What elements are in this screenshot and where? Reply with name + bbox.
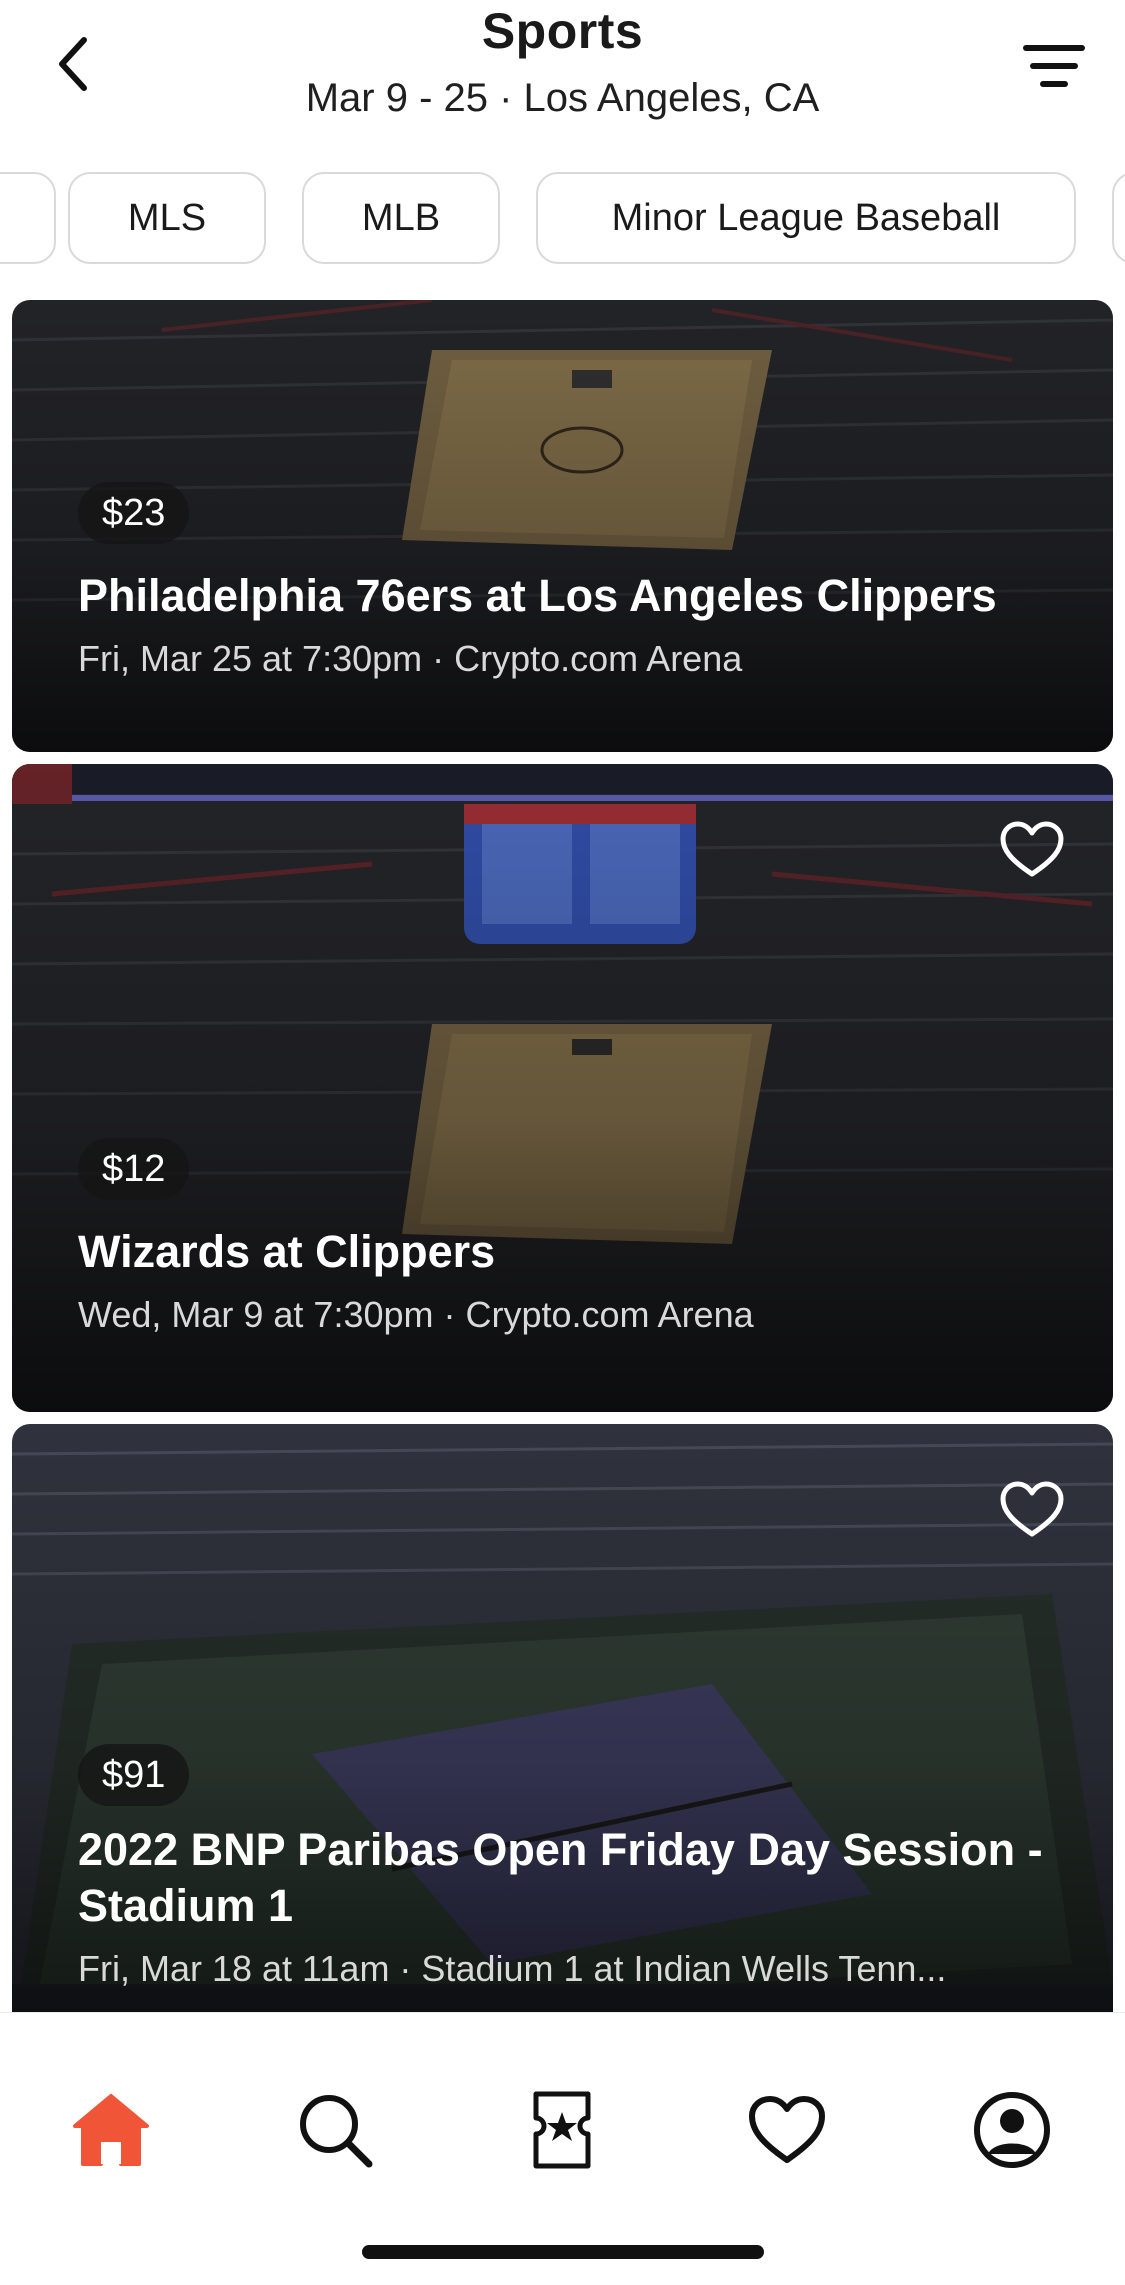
price-badge: $23	[78, 482, 190, 544]
tab-tickets[interactable]	[517, 2085, 607, 2175]
page-title: Sports	[481, 3, 644, 59]
top-header: Sports Mar 9 - 25 · Los Angeles, CA	[0, 0, 1125, 160]
filter-button[interactable]	[1019, 36, 1089, 96]
category-chips: MLS MLB Minor League Baseball	[0, 170, 1125, 270]
chip-mlb[interactable]: MLB	[302, 172, 500, 264]
tab-likes[interactable]	[742, 2085, 832, 2175]
chip-label: MLB	[361, 196, 441, 239]
page-subtitle: Mar 9 - 25 · Los Angeles, CA	[305, 76, 820, 120]
home-indicator	[362, 2245, 764, 2259]
event-card[interactable]: $91 2022 BNP Paribas Open Friday Day Ses…	[12, 1424, 1113, 2012]
chip-label: Minor League Baseball	[611, 196, 1001, 239]
price-badge: $12	[78, 1138, 190, 1200]
event-list: $23 Philadelphia 76ers at Los Angeles Cl…	[0, 300, 1125, 2012]
chip-minor-league-baseball[interactable]: Minor League Baseball	[536, 172, 1076, 264]
home-icon	[73, 2094, 149, 2166]
search-icon	[300, 2095, 373, 2168]
tab-profile[interactable]	[967, 2085, 1057, 2175]
heart-icon	[1000, 1481, 1064, 1537]
favorite-button[interactable]	[999, 1480, 1065, 1540]
event-card[interactable]: $12 Wizards at Clippers Wed, Mar 9 at 7:…	[12, 764, 1113, 1412]
event-card[interactable]: $23 Philadelphia 76ers at Los Angeles Cl…	[12, 300, 1113, 752]
event-subtitle: Wed, Mar 9 at 7:30pm · Crypto.com Arena	[78, 1294, 754, 1335]
tab-search[interactable]	[290, 2085, 380, 2175]
event-title: Philadelphia 76ers at Los Angeles Clippe…	[78, 570, 997, 621]
profile-icon	[974, 2092, 1050, 2168]
favorite-button[interactable]	[999, 820, 1065, 880]
event-subtitle: Fri, Mar 25 at 7:30pm · Crypto.com Arena	[78, 638, 743, 679]
chip-partial-left[interactable]	[0, 172, 56, 264]
price-badge: $91	[78, 1744, 190, 1806]
ticket-icon	[533, 2091, 591, 2169]
event-title: Wizards at Clippers	[78, 1226, 496, 1277]
heart-icon	[749, 2096, 825, 2163]
chip-label: MLS	[127, 196, 207, 239]
event-title: 2022 BNP Paribas Open Friday Day Session…	[78, 1824, 1043, 1931]
heart-icon	[1000, 821, 1064, 877]
filter-lines-icon	[1023, 45, 1085, 87]
tab-home[interactable]	[66, 2085, 156, 2175]
chip-partial-right[interactable]	[1112, 172, 1125, 264]
chip-mls[interactable]: MLS	[68, 172, 266, 264]
event-subtitle: Fri, Mar 18 at 11am · Stadium 1 at India…	[78, 1948, 947, 1989]
